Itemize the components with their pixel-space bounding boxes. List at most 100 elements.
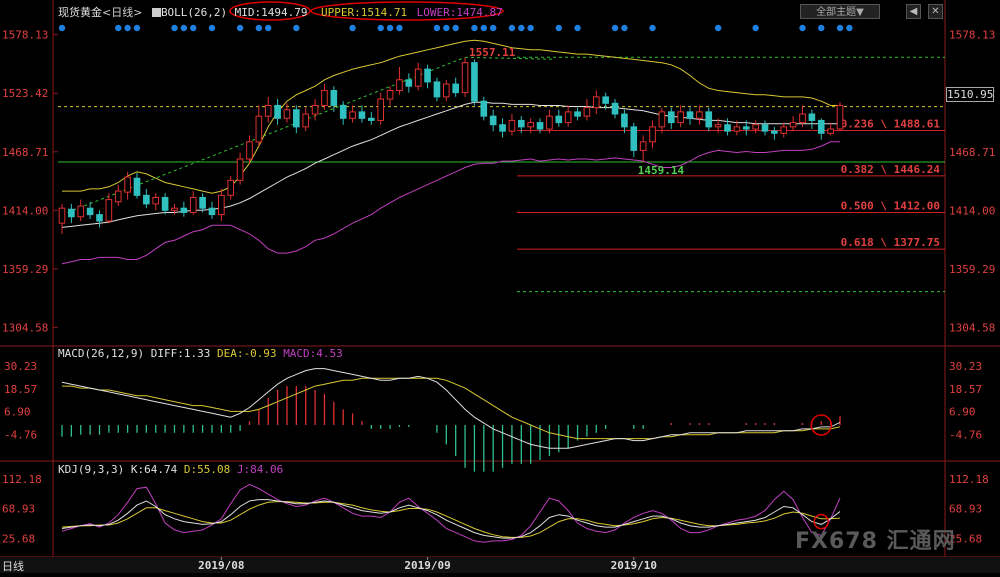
signal-dot [293, 24, 300, 32]
signal-dot [555, 24, 562, 32]
candle-body [742, 126, 750, 130]
candle-body [799, 113, 806, 124]
price-axis-label-right: 1578.13 [949, 29, 995, 42]
signal-dot [649, 24, 656, 32]
candle-body [68, 208, 75, 218]
candle-body [433, 81, 441, 98]
time-axis-label: 2019/10 [611, 559, 657, 572]
candle-body [171, 207, 178, 211]
macd-diff-value: DIFF:1.33 [150, 347, 211, 360]
kdj-d-value: D:55.08 [183, 463, 231, 476]
candle-body [133, 177, 141, 196]
candle-body [461, 62, 469, 94]
candle-body [105, 199, 113, 222]
candle-body [58, 207, 66, 224]
price-axis-label-left: 1578.13 [2, 29, 48, 42]
candle-body [480, 100, 488, 117]
signal-dot [443, 24, 450, 32]
boll-indicator-icon[interactable] [151, 8, 161, 17]
time-axis-bar [0, 557, 1000, 573]
candle-body [752, 124, 759, 130]
close-icon[interactable]: ✕ [928, 4, 943, 19]
boll-mid-line [61, 101, 840, 228]
candle-body [96, 214, 103, 222]
candle-body [443, 83, 450, 98]
candle-body [349, 111, 356, 119]
candle-body [592, 96, 600, 109]
candle-body [677, 111, 684, 124]
signal-dot [621, 24, 628, 32]
macd-header: MACD(26,12,9) DIFF:1.33 DEA:-0.93 MACD:4… [58, 347, 343, 360]
candle-body [330, 89, 338, 106]
macd-value: MACD:4.53 [283, 347, 343, 360]
kdj-axis-label-right: 112.18 [949, 473, 989, 486]
macd-dea-value: DEA:-0.93 [216, 347, 277, 360]
candle-body [264, 104, 272, 117]
price-annotation: 1557.11 [469, 46, 516, 59]
boll-upper-line [62, 39, 840, 194]
candle-body [161, 196, 169, 211]
candle-body [124, 176, 131, 193]
candle-body [386, 89, 394, 100]
candle-body [293, 109, 300, 128]
signal-dot [574, 24, 581, 32]
macd-axis-label-right: -4.76 [949, 428, 982, 441]
period-tab[interactable]: 日线 [2, 558, 24, 574]
signal-dot [471, 24, 478, 32]
macd-title: MACD(26,12,9) [58, 347, 145, 360]
kdj-k-line [61, 499, 841, 539]
macd-dea-line [62, 377, 841, 440]
signal-dot [508, 24, 516, 32]
candle-body [283, 109, 291, 119]
period-tag[interactable]: <日线> [102, 6, 142, 19]
price-axis-label-right: 1468.71 [949, 146, 995, 159]
price-annotation: 1459.14 [638, 164, 685, 177]
price-axis-label-left: 1468.71 [2, 146, 48, 159]
signal-dot [836, 24, 844, 32]
candle-body [639, 141, 647, 151]
candle-body [414, 68, 422, 87]
kdj-j-value: J:84.06 [236, 463, 284, 476]
candle-body [311, 104, 319, 115]
candle-body [471, 62, 478, 102]
signal-dot [714, 24, 722, 32]
signal-dot [386, 24, 394, 32]
kdj-k-value: K:64.74 [130, 463, 178, 476]
signal-dot [190, 24, 197, 32]
candle-body [452, 83, 459, 94]
candle-body [517, 119, 525, 128]
kdj-d-line [61, 501, 841, 538]
kdj-axis-label-left: 68.93 [2, 503, 35, 516]
signal-dot [171, 24, 178, 32]
candle-body [527, 122, 534, 128]
candle-body [630, 126, 638, 151]
candle-body [602, 96, 609, 104]
time-axis-label: 2019/09 [404, 559, 450, 572]
signal-dot [58, 24, 66, 32]
candle-body [208, 207, 216, 216]
candle-body [358, 111, 366, 119]
candle-body [574, 111, 581, 117]
candle-body [761, 124, 769, 132]
candle-body [658, 111, 666, 128]
signal-dot [846, 24, 853, 32]
candle-body [827, 128, 834, 134]
theme-selector-button[interactable]: 全部主题▼ [800, 4, 880, 19]
kdj-j-line [61, 483, 841, 543]
symbol-name: 现货黄金 [58, 6, 102, 19]
candle-body [808, 113, 816, 121]
kdj-axis-label-left: 112.18 [2, 473, 42, 486]
candle-body [705, 111, 713, 128]
signal-dot [133, 24, 141, 32]
candle-body [789, 122, 797, 128]
prev-arrow-icon[interactable]: ◀ [906, 4, 921, 19]
signal-dot [265, 24, 272, 32]
signal-dot [255, 24, 263, 32]
candlestick-chart: 1578.131578.131523.421523.421468.711468.… [0, 0, 1000, 573]
macd-axis-label-left: 30.23 [4, 360, 37, 373]
price-axis-label-left: 1414.00 [2, 204, 48, 217]
macd-axis-label-right: 6.90 [949, 406, 976, 419]
fib-level-label: 0.382 \ 1446.24 [841, 163, 941, 176]
candle-body [424, 68, 431, 83]
kdj-axis-label-right: 68.93 [949, 503, 982, 516]
